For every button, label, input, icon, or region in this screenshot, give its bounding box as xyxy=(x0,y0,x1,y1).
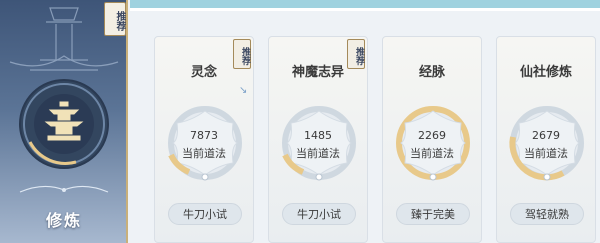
card-title: 神魔志异 xyxy=(291,65,344,80)
progress-ring-icon xyxy=(396,106,470,181)
progress-ring-icon xyxy=(168,106,242,181)
score-value: 1485 xyxy=(304,129,332,142)
score-value: 2679 xyxy=(532,129,560,142)
rank-badge: 牛刀小试 xyxy=(168,203,242,225)
pagoda-emblem-icon xyxy=(19,79,109,169)
cloud-ornament-icon xyxy=(19,185,109,193)
score-label: 当前道法 xyxy=(182,147,226,160)
rank-badge: 牛刀小试 xyxy=(282,203,356,225)
card-title: 仙社修炼 xyxy=(519,65,572,80)
cultivation-list: 推荐 灵念 ↘ 7873 当前道法 牛刀小试 推荐 神魔志异 1485 当前道法… xyxy=(130,0,600,243)
progress-ring-icon xyxy=(509,106,584,181)
card-jingmai[interactable]: 经脉 2269 当前道法 臻于完美 xyxy=(382,36,482,243)
card-title: 灵念 xyxy=(190,65,217,80)
recommend-tag: 推荐 xyxy=(104,2,126,36)
card-lingnian[interactable]: 推荐 灵念 ↘ 7873 当前道法 牛刀小试 xyxy=(154,36,254,243)
top-divider-bar xyxy=(130,0,600,8)
cultivation-category-panel[interactable]: 推荐 修炼 xyxy=(0,0,128,243)
card-title: 经脉 xyxy=(418,65,445,80)
cursor-icon: ↘ xyxy=(239,85,248,96)
score-label: 当前道法 xyxy=(296,147,340,160)
progress-ring-icon xyxy=(282,106,356,181)
card-xianshe[interactable]: 仙社修炼 2679 当前道法 驾轻就熟 xyxy=(496,36,596,243)
rank-badge: 驾轻就熟 xyxy=(510,203,584,225)
score-value: 2269 xyxy=(418,129,446,142)
score-label: 当前道法 xyxy=(410,147,454,160)
rank-badge: 臻于完美 xyxy=(396,203,470,225)
card-shenmo[interactable]: 推荐 神魔志异 1485 当前道法 牛刀小试 xyxy=(268,36,368,243)
cultivation-label: 修炼 xyxy=(45,211,82,230)
score-value: 7873 xyxy=(190,129,218,142)
score-label: 当前道法 xyxy=(524,147,568,160)
top-divider-line xyxy=(130,8,600,11)
